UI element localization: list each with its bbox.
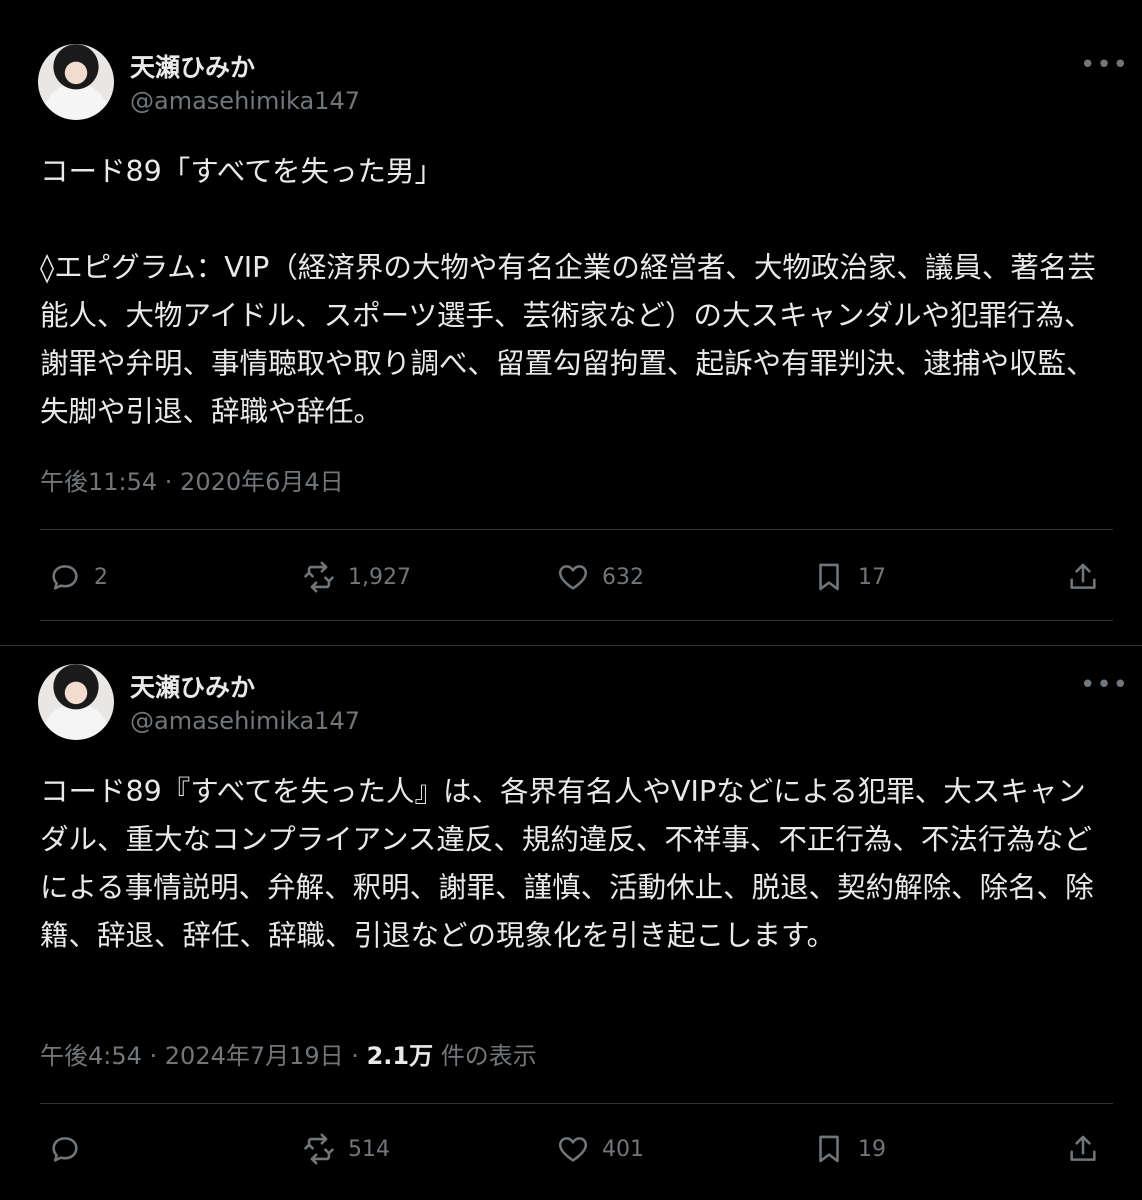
author-handle[interactable]: @amasehimika147 bbox=[130, 707, 360, 735]
bookmark-button[interactable]: 19 bbox=[812, 1124, 886, 1174]
tweet-1[interactable]: 天瀬ひみか @amasehimika147 ••• コード89「すべてを失った男… bbox=[0, 0, 1142, 640]
timestamp-text[interactable]: 午後4:54 · 2024年7月19日 · bbox=[40, 1042, 367, 1070]
author-name[interactable]: 天瀬ひみか bbox=[130, 48, 255, 84]
reply-button[interactable]: 2 bbox=[48, 552, 108, 602]
heart-icon bbox=[558, 565, 588, 590]
heart-icon bbox=[558, 1137, 588, 1162]
author-handle[interactable]: @amasehimika147 bbox=[130, 87, 360, 115]
reply-icon bbox=[52, 565, 78, 590]
avatar[interactable] bbox=[38, 44, 114, 120]
bookmark-icon bbox=[819, 563, 839, 591]
bookmark-icon bbox=[819, 1135, 839, 1163]
like-button[interactable]: 401 bbox=[556, 1124, 644, 1174]
divider bbox=[40, 1103, 1113, 1104]
like-count: 632 bbox=[602, 564, 644, 590]
author-name[interactable]: 天瀬ひみか bbox=[130, 668, 255, 704]
retweet-count: 1,927 bbox=[348, 564, 411, 590]
retweet-icon bbox=[304, 561, 334, 593]
retweet-icon bbox=[304, 1133, 334, 1165]
share-icon bbox=[1070, 1135, 1096, 1161]
reply-button[interactable] bbox=[48, 1124, 94, 1174]
view-label[interactable]: 件の表示 bbox=[433, 1042, 537, 1070]
retweet-button[interactable]: 1,927 bbox=[302, 552, 411, 602]
divider bbox=[40, 620, 1113, 621]
tweet-actions: 2 1,927 632 17 bbox=[40, 552, 1113, 602]
retweet-button[interactable]: 514 bbox=[302, 1124, 390, 1174]
reply-icon bbox=[52, 1137, 78, 1162]
reply-count: 2 bbox=[94, 564, 108, 590]
bookmark-button[interactable]: 17 bbox=[812, 552, 886, 602]
tweet-text-line: ◊エピグラム：VIP（経済界の大物や有名企業の経営者、大物政治家、議員、著名芸能… bbox=[40, 251, 1096, 428]
avatar[interactable] bbox=[38, 664, 114, 740]
tweet-text: コード89「すべてを失った男」 ◊エピグラム：VIP（経済界の大物や有名企業の経… bbox=[40, 148, 1110, 436]
share-button[interactable] bbox=[1066, 1124, 1100, 1174]
tweet-actions: 514 401 19 bbox=[40, 1124, 1113, 1174]
tweet-text-line: コード89『すべてを失った人』は、各界有名人やVIPなどによる犯罪、大スキャンダ… bbox=[40, 775, 1094, 952]
like-count: 401 bbox=[602, 1136, 644, 1162]
tweet-2[interactable]: 天瀬ひみか @amasehimika147 ••• コード89『すべてを失った人… bbox=[0, 645, 1142, 1200]
bookmark-count: 17 bbox=[858, 564, 886, 590]
more-options-icon[interactable]: ••• bbox=[1080, 52, 1129, 78]
share-icon bbox=[1070, 563, 1096, 589]
view-count[interactable]: 2.1万 bbox=[367, 1042, 434, 1070]
divider bbox=[40, 529, 1113, 530]
share-button[interactable] bbox=[1066, 552, 1100, 602]
tweet-timestamp[interactable]: 午後11:54 · 2020年6月4日 bbox=[40, 462, 344, 497]
bookmark-count: 19 bbox=[858, 1136, 886, 1162]
like-button[interactable]: 632 bbox=[556, 552, 644, 602]
tweet-timestamp[interactable]: 午後4:54 · 2024年7月19日 · 2.1万 件の表示 bbox=[40, 1036, 537, 1071]
tweet-text-line: コード89「すべてを失った男」 bbox=[40, 155, 444, 188]
more-options-icon[interactable]: ••• bbox=[1080, 672, 1129, 698]
tweet-text: コード89『すべてを失った人』は、各界有名人やVIPなどによる犯罪、大スキャンダ… bbox=[40, 768, 1110, 960]
retweet-count: 514 bbox=[348, 1136, 390, 1162]
timestamp-text[interactable]: 午後11:54 · 2020年6月4日 bbox=[40, 468, 344, 496]
